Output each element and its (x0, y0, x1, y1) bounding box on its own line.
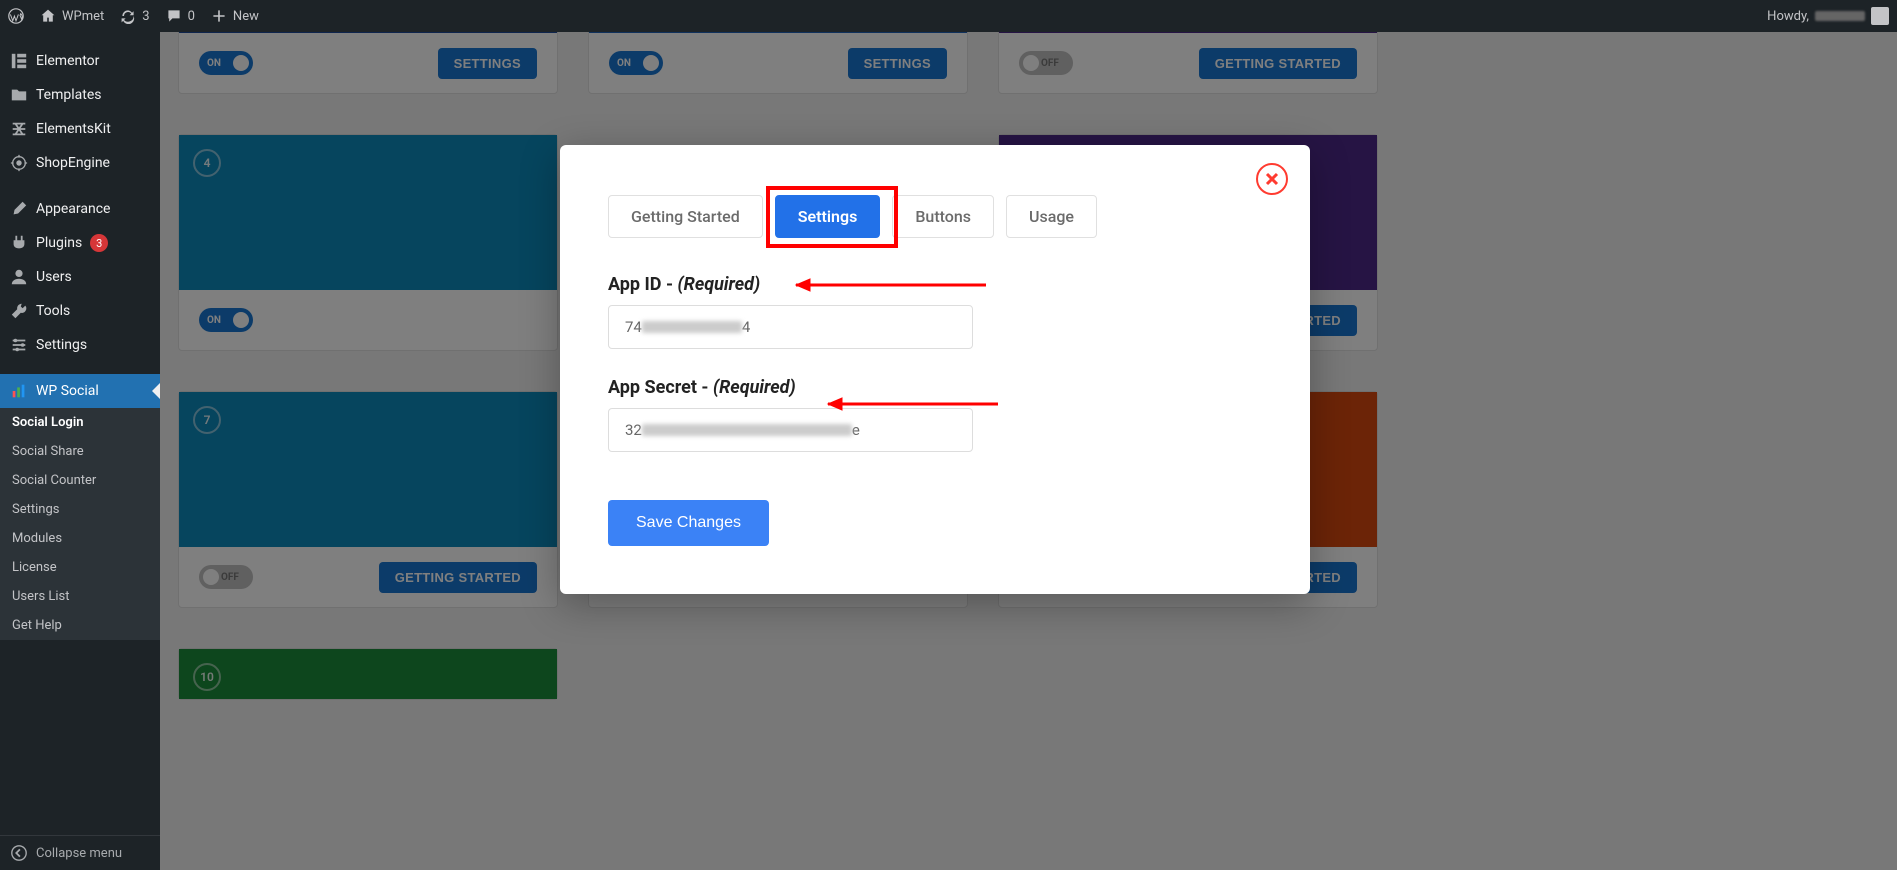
wordpress-icon (8, 8, 24, 24)
app-id-label: App ID - (Required) (608, 274, 1262, 295)
new-label: New (233, 9, 259, 24)
wp-logo[interactable] (8, 8, 24, 24)
sub-get-help[interactable]: Get Help (0, 611, 160, 640)
tab-usage[interactable]: Usage (1006, 195, 1097, 238)
folder-icon (10, 86, 28, 104)
admin-sidebar: Elementor Templates ElementsKit ShopEngi… (0, 32, 160, 870)
sub-modules[interactable]: Modules (0, 524, 160, 553)
provider-settings-modal: Getting Started Settings Buttons Usage A… (560, 145, 1310, 594)
user-icon (10, 268, 28, 286)
elementskit-icon (10, 120, 28, 138)
sub-settings[interactable]: Settings (0, 495, 160, 524)
updates-link[interactable]: 3 (120, 8, 149, 24)
menu-shopengine[interactable]: ShopEngine (0, 146, 160, 180)
wrench-icon (10, 302, 28, 320)
sub-social-login[interactable]: Social Login (0, 408, 160, 437)
redacted (642, 424, 852, 436)
sub-social-counter[interactable]: Social Counter (0, 466, 160, 495)
menu-elementor[interactable]: Elementor (0, 44, 160, 78)
updates-count: 3 (142, 9, 149, 24)
modal-tabs: Getting Started Settings Buttons Usage (608, 195, 1262, 238)
app-secret-label: App Secret - (Required) (608, 377, 1262, 398)
site-link[interactable]: WPmet (40, 8, 104, 24)
close-button[interactable] (1256, 163, 1288, 195)
refresh-icon (120, 8, 136, 24)
tab-getting-started[interactable]: Getting Started (608, 195, 763, 238)
menu-appearance[interactable]: Appearance (0, 192, 160, 226)
comments-link[interactable]: 0 (166, 8, 195, 24)
brush-icon (10, 200, 28, 218)
menu-wp-social[interactable]: WP Social (0, 374, 160, 408)
menu-settings[interactable]: Settings (0, 328, 160, 362)
menu-plugins[interactable]: Plugins3 (0, 226, 160, 260)
tab-buttons[interactable]: Buttons (892, 195, 994, 238)
new-link[interactable]: New (211, 8, 259, 24)
site-name: WPmet (62, 9, 104, 24)
avatar (1871, 7, 1889, 25)
menu-users[interactable]: Users (0, 260, 160, 294)
sliders-icon (10, 336, 28, 354)
plugin-icon (10, 234, 28, 252)
sub-users-list[interactable]: Users List (0, 582, 160, 611)
sub-license[interactable]: License (0, 553, 160, 582)
howdy-label: Howdy, (1767, 9, 1809, 24)
menu-tools[interactable]: Tools (0, 294, 160, 328)
home-icon (40, 8, 56, 24)
save-changes-button[interactable]: Save Changes (608, 500, 769, 546)
howdy[interactable]: Howdy, (1767, 7, 1889, 25)
wp-admin-bar: WPmet 3 0 New Howdy, (0, 0, 1897, 32)
username-redacted (1815, 11, 1865, 21)
sub-social-share[interactable]: Social Share (0, 437, 160, 466)
elementor-icon (10, 52, 28, 70)
app-secret-input[interactable]: 32e (608, 408, 973, 452)
comments-count: 0 (188, 9, 195, 24)
redacted (642, 321, 742, 333)
menu-templates[interactable]: Templates (0, 78, 160, 112)
wpsocial-icon (10, 382, 28, 400)
shopengine-icon (10, 154, 28, 172)
close-icon (1265, 172, 1279, 186)
comment-icon (166, 8, 182, 24)
plus-icon (211, 8, 227, 24)
menu-elementskit[interactable]: ElementsKit (0, 112, 160, 146)
plugins-badge: 3 (90, 234, 108, 252)
tab-settings[interactable]: Settings (775, 195, 881, 238)
collapse-menu[interactable]: Collapse menu (0, 835, 160, 870)
app-id-input[interactable]: 744 (608, 305, 973, 349)
collapse-icon (10, 844, 28, 862)
submenu-wp-social: Social Login Social Share Social Counter… (0, 408, 160, 640)
